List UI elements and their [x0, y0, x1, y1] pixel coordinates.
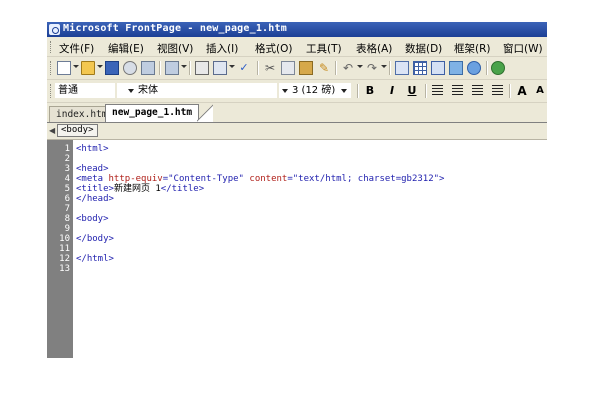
menu-window[interactable]: 窗口(W) — [503, 41, 543, 56]
menu-table[interactable]: 表格(A) — [356, 41, 392, 56]
undo-icon[interactable]: ↶ — [341, 61, 355, 75]
frontpage-window: Microsoft FrontPage - new_page_1.htm 文件(… — [47, 22, 547, 358]
undo-dropdown[interactable] — [357, 65, 363, 68]
redo-dropdown[interactable] — [381, 65, 387, 68]
tab-edge — [197, 104, 213, 122]
insert-picture-icon[interactable] — [449, 61, 463, 75]
body-tag-button[interactable]: <body> — [57, 124, 98, 137]
toolbar-separator — [159, 61, 161, 75]
toolbar-separator — [509, 84, 511, 98]
font-select[interactable]: 宋体 — [117, 83, 277, 98]
code-line-6: </head> — [76, 194, 114, 204]
bold-button[interactable]: B — [363, 84, 377, 98]
paste-icon[interactable] — [299, 61, 313, 75]
code-line-12: </html> — [76, 254, 114, 264]
code-text: 新建网页 1 — [113, 184, 161, 194]
publish-icon[interactable] — [165, 61, 179, 75]
code-line-10: </body> — [76, 234, 114, 244]
menu-format[interactable]: 格式(O) — [255, 41, 292, 56]
tab-new-page[interactable]: new_page_1.htm — [105, 104, 200, 122]
title-bar[interactable]: Microsoft FrontPage - new_page_1.htm — [47, 22, 547, 37]
formatting-toolbar: 普通 宋体 3 (12 磅) B I U A A — [47, 80, 547, 103]
menu-frames[interactable]: 框架(R) — [454, 41, 491, 56]
code-tag: <meta — [76, 174, 109, 184]
code-value: ="Content-Type" — [162, 174, 250, 184]
code-line-8: <body> — [76, 214, 109, 224]
toolbar-separator — [189, 61, 191, 75]
quick-tag-selector: ◀ <body> — [47, 123, 547, 140]
toolbar-separator — [257, 61, 259, 75]
toolbar-separator — [486, 61, 488, 75]
align-center-icon[interactable] — [452, 85, 463, 96]
increase-font-size-button[interactable]: A — [515, 84, 529, 98]
code-tag: <title> — [76, 184, 114, 194]
line-number-gutter: 1 2 3 4 5 6 7 8 9 10 11 12 13 — [47, 140, 73, 358]
preview-icon[interactable] — [213, 61, 227, 75]
style-select[interactable]: 普通 — [55, 83, 115, 98]
toolbar-separator — [389, 61, 391, 75]
web-component-icon[interactable] — [141, 61, 155, 75]
window-title: Microsoft FrontPage - new_page_1.htm — [63, 23, 287, 34]
publish-dropdown[interactable] — [181, 65, 187, 68]
chevron-down-icon — [341, 89, 347, 93]
open-icon[interactable] — [81, 61, 95, 75]
chevron-down-icon — [128, 89, 134, 93]
toolbar-grip-handle[interactable] — [50, 61, 53, 75]
menu-bar: 文件(F) 编辑(E) 视图(V) 插入(I) 格式(O) 工具(T) 表格(A… — [47, 38, 547, 57]
code-attribute: content — [249, 174, 288, 184]
font-size-select[interactable]: 3 (12 磅) — [279, 83, 351, 98]
insert-layer-icon[interactable] — [431, 61, 445, 75]
toolbar-separator — [425, 84, 427, 98]
line-number: 13 — [59, 264, 70, 274]
print-icon[interactable] — [195, 61, 209, 75]
hyperlink-icon[interactable] — [395, 61, 409, 75]
menu-insert[interactable]: 插入(I) — [206, 41, 238, 56]
menu-tools[interactable]: 工具(T) — [306, 41, 342, 56]
chevron-left-icon[interactable]: ◀ — [49, 126, 55, 135]
document-tabs: index.htm new_page_1.htm — [47, 103, 547, 123]
new-page-dropdown[interactable] — [73, 65, 79, 68]
frontpage-app-icon[interactable] — [49, 24, 60, 35]
font-select-value: 宋体 — [138, 85, 158, 96]
redo-icon[interactable]: ↷ — [365, 61, 379, 75]
standard-toolbar: ✓ ✂ ✎ ↶ ↷ — [47, 57, 547, 80]
code-line-1: <html> — [76, 144, 109, 154]
code-attribute: http-equiv — [108, 174, 163, 184]
align-left-icon[interactable] — [432, 85, 443, 96]
decrease-font-size-button[interactable]: A — [533, 84, 547, 98]
code-tag: </title> — [160, 184, 205, 194]
save-icon[interactable] — [105, 61, 119, 75]
preview-dropdown[interactable] — [229, 65, 235, 68]
menu-edit[interactable]: 编辑(E) — [108, 41, 144, 56]
chevron-down-icon — [282, 89, 288, 93]
code-value: ="text/html; charset=gb2312"> — [287, 174, 445, 184]
font-size-value: 3 (12 磅) — [292, 85, 336, 96]
insert-table-icon[interactable] — [413, 61, 427, 75]
justify-icon[interactable] — [492, 85, 503, 96]
format-painter-icon[interactable]: ✎ — [317, 61, 331, 75]
refresh-icon[interactable] — [491, 61, 505, 75]
find-icon[interactable] — [123, 61, 137, 75]
style-select-value: 普通 — [58, 85, 78, 96]
copy-icon[interactable] — [281, 61, 295, 75]
italic-button[interactable]: I — [385, 84, 399, 98]
cut-icon[interactable]: ✂ — [263, 61, 277, 75]
toolbar-separator — [357, 84, 359, 98]
toolbar-grip-handle[interactable] — [50, 84, 53, 98]
new-page-icon[interactable] — [57, 61, 71, 75]
open-dropdown[interactable] — [97, 65, 103, 68]
code-editor[interactable]: 1 2 3 4 5 6 7 8 9 10 11 12 13 <html> <he… — [47, 140, 547, 358]
spelling-icon[interactable]: ✓ — [237, 61, 251, 75]
toolbar-separator — [335, 61, 337, 75]
menu-data[interactable]: 数据(D) — [405, 41, 442, 56]
menu-grip-handle[interactable] — [50, 41, 53, 53]
menu-file[interactable]: 文件(F) — [59, 41, 94, 56]
underline-button[interactable]: U — [405, 84, 419, 98]
menu-view[interactable]: 视图(V) — [157, 41, 193, 56]
web-icon[interactable] — [467, 61, 481, 75]
align-right-icon[interactable] — [472, 85, 483, 96]
